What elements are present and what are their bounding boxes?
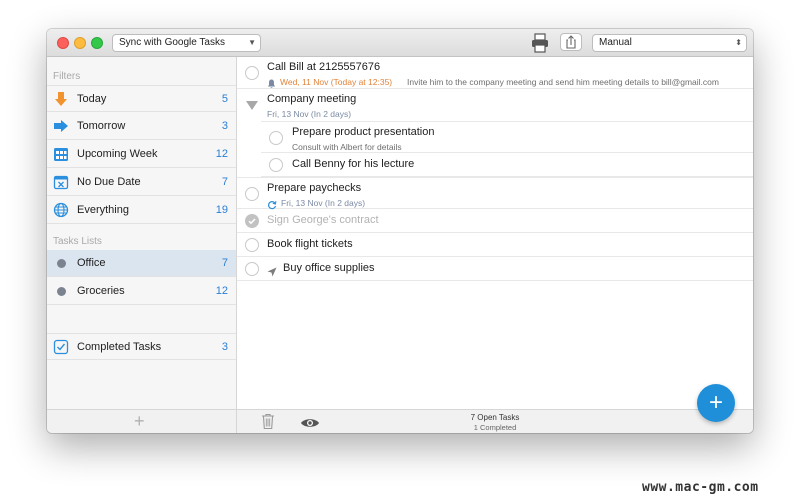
sidebar-item-count: 3 — [221, 341, 228, 353]
sidebar-item-label: Groceries — [77, 285, 125, 297]
globe-icon — [53, 202, 69, 218]
sidebar-item-label: Tomorrow — [77, 120, 126, 132]
sidebar-item-everything[interactable]: Everything 19 — [47, 197, 236, 224]
sidebar-item-count: 7 — [221, 257, 228, 269]
add-task-button[interactable]: + — [697, 384, 735, 422]
sidebar-item-tomorrow[interactable]: Tomorrow 3 — [47, 113, 236, 140]
completed-count: 1 Completed — [473, 423, 517, 432]
task-note: Consult with Albert for details — [292, 142, 402, 152]
subtask-row[interactable]: Call Benny for his lecture — [261, 153, 753, 177]
sidebar-item-office[interactable]: Office 7 — [47, 250, 236, 277]
sidebar-item-groceries[interactable]: Groceries 12 — [47, 278, 236, 305]
sidebar-item-no-due-date[interactable]: No Due Date 7 — [47, 169, 236, 196]
share-button[interactable] — [560, 33, 582, 51]
task-due-date: Wed, 11 Nov (Today at 12:35) — [280, 77, 393, 87]
task-checkbox[interactable] — [245, 187, 259, 201]
sort-dropdown-value: Manual — [599, 37, 632, 48]
sidebar-item-upcoming-week[interactable]: Upcoming Week 12 — [47, 141, 236, 168]
filters-section-label: Filters — [53, 71, 81, 82]
task-title: Prepare paychecks — [267, 182, 362, 194]
checkmark-icon — [248, 218, 256, 225]
close-window-button[interactable] — [57, 37, 69, 49]
title-bar: Sync with Google Tasks ▼ Manual ⬍ — [47, 29, 753, 57]
subtask-row[interactable]: Prepare product presentation Consult wit… — [261, 121, 753, 153]
sidebar-item-label: No Due Date — [77, 176, 141, 188]
task-title: Call Bill at 2125557676 — [267, 61, 381, 73]
minimize-window-button[interactable] — [74, 37, 86, 49]
task-title: Book flight tickets — [267, 238, 353, 250]
task-checkbox-checked[interactable] — [245, 214, 259, 228]
sync-dropdown[interactable]: Sync with Google Tasks ▼ — [112, 34, 261, 52]
task-checkbox[interactable] — [245, 238, 259, 252]
sidebar-item-label: Office — [77, 257, 106, 269]
task-title: Buy office supplies — [283, 262, 375, 274]
task-due-date: Fri, 13 Nov (In 2 days) — [281, 198, 366, 208]
add-list-button[interactable]: + — [134, 411, 145, 431]
task-row[interactable]: Book flight tickets — [237, 233, 753, 257]
arrow-right-icon — [53, 118, 69, 134]
sidebar-item-count: 19 — [215, 204, 228, 216]
task-title: Call Benny for his lecture — [292, 158, 415, 170]
calendar-week-icon — [53, 146, 69, 162]
task-checkbox[interactable] — [269, 158, 283, 172]
task-checkbox[interactable] — [269, 131, 283, 145]
task-row[interactable]: Call Bill at 2125557676 Wed, 11 Nov (Tod… — [237, 57, 753, 89]
sidebar-item-count: 12 — [215, 285, 228, 297]
sidebar-item-label: Today — [77, 93, 107, 105]
task-row-completed[interactable]: Sign George's contract — [237, 209, 753, 233]
chevron-updown-icon: ⬍ — [735, 38, 742, 47]
task-row[interactable]: Prepare paychecks Fri, 13 Nov (In 2 days… — [237, 177, 753, 210]
printer-icon[interactable] — [531, 33, 549, 58]
sidebar: Filters Today 5 Tomorrow 3 Upcoming Week… — [47, 57, 237, 409]
watermark-text: www.mac-gm.com — [642, 480, 759, 495]
zoom-window-button[interactable] — [91, 37, 103, 49]
sidebar-item-label: Everything — [77, 204, 129, 216]
disclosure-triangle-icon[interactable] — [246, 101, 258, 110]
stage: Sync with Google Tasks ▼ Manual ⬍ Filter… — [0, 0, 800, 500]
task-title: Sign George's contract — [267, 214, 379, 226]
task-lists-section-label: Tasks Lists — [53, 236, 102, 247]
app-window: Sync with Google Tasks ▼ Manual ⬍ Filter… — [47, 29, 753, 433]
sidebar-footer: + — [47, 409, 237, 433]
task-checkbox[interactable] — [245, 66, 259, 80]
task-due-date: Fri, 13 Nov (In 2 days) — [267, 109, 352, 119]
sidebar-item-count: 12 — [215, 148, 228, 160]
sidebar-item-today[interactable]: Today 5 — [47, 85, 236, 112]
checkbox-checked-icon — [53, 339, 69, 355]
sidebar-item-count: 3 — [221, 120, 228, 132]
sync-dropdown-value: Sync with Google Tasks — [119, 37, 225, 48]
sort-dropdown[interactable]: Manual ⬍ — [592, 34, 747, 52]
task-title: Prepare product presentation — [292, 126, 435, 138]
share-icon — [566, 35, 576, 49]
sidebar-item-completed-tasks[interactable]: Completed Tasks 3 — [47, 333, 236, 360]
sidebar-item-count: 5 — [221, 93, 228, 105]
task-row[interactable]: Buy office supplies — [237, 257, 753, 281]
open-tasks-count: 7 Open Tasks — [470, 413, 520, 422]
sidebar-item-count: 7 — [221, 176, 228, 188]
task-title: Company meeting — [267, 93, 357, 105]
plus-icon: + — [708, 389, 723, 416]
calendar-x-icon — [53, 174, 69, 190]
task-row-group[interactable]: Company meeting Fri, 13 Nov (In 2 days) — [237, 89, 753, 121]
task-checkbox[interactable] — [245, 262, 259, 276]
list-color-dot — [57, 287, 66, 296]
task-list-footer: 7 Open Tasks 1 Completed — [237, 409, 753, 433]
location-arrow-icon — [267, 264, 277, 282]
task-note: Invite him to the company meeting and se… — [407, 77, 719, 87]
arrow-down-icon — [53, 91, 69, 107]
list-color-dot — [57, 259, 66, 268]
chevron-down-icon: ▼ — [248, 38, 256, 47]
task-list: Call Bill at 2125557676 Wed, 11 Nov (Tod… — [237, 57, 753, 409]
sidebar-item-label: Upcoming Week — [77, 148, 158, 160]
sidebar-item-label: Completed Tasks — [77, 341, 162, 353]
